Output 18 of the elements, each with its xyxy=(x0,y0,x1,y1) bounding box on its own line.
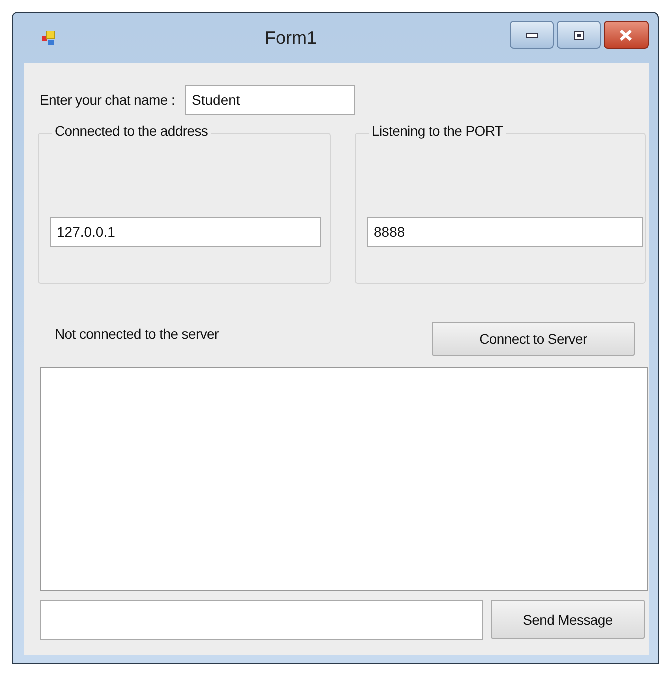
close-icon xyxy=(620,30,632,40)
maximize-button[interactable] xyxy=(556,21,601,49)
send-button[interactable]: Send Message xyxy=(491,600,645,639)
close-button[interactable] xyxy=(604,21,649,49)
text-field[interactable]: 127.0.0.1 xyxy=(50,217,321,247)
message-field[interactable] xyxy=(40,600,483,640)
connect-button[interactable]: Connect to Server xyxy=(432,322,635,356)
minimize-button[interactable] xyxy=(510,21,554,49)
chat-name-label: Enter your chat name : xyxy=(40,92,176,108)
connection-status: Not connected to the server xyxy=(55,326,219,342)
group-title: Listening to the PORT xyxy=(369,123,506,139)
app-icon xyxy=(42,31,56,45)
window-title: Form1 xyxy=(264,28,317,48)
text-field[interactable]: 8888 xyxy=(367,217,643,247)
minimize-icon xyxy=(526,32,538,38)
group-title: Connected to the address xyxy=(52,123,212,139)
maximize-icon xyxy=(574,30,584,40)
chat-name-field[interactable]: Student xyxy=(185,85,356,115)
